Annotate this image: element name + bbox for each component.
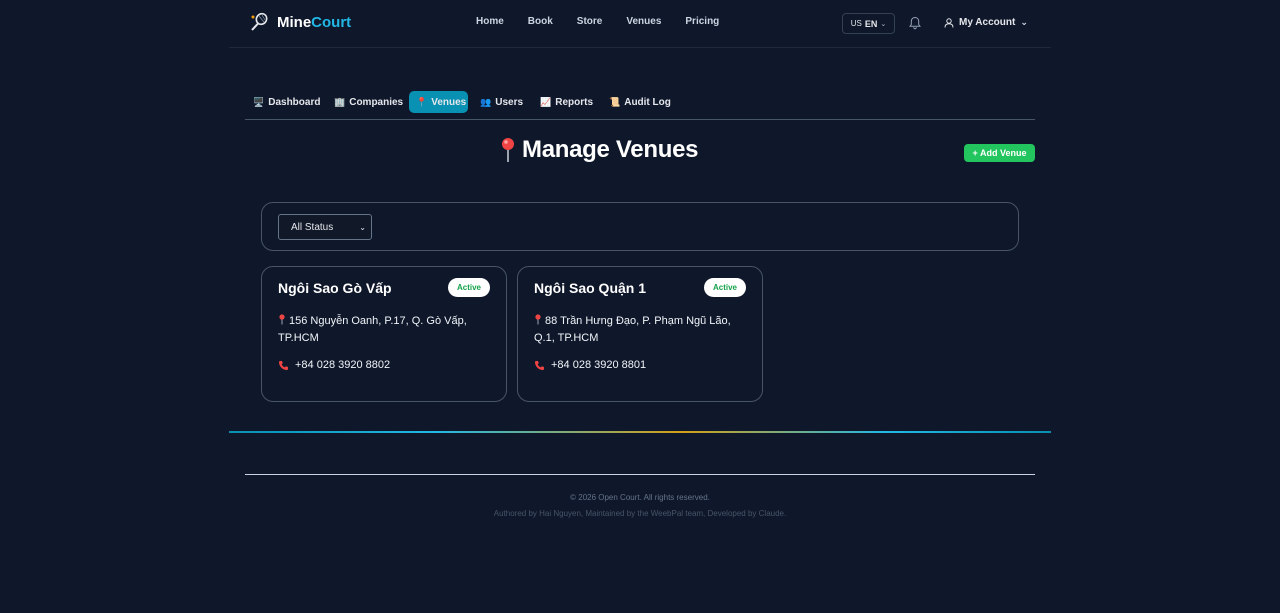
location-pin-icon <box>535 314 541 325</box>
venue-name: Ngôi Sao Gò Vấp <box>278 280 392 296</box>
venue-address-text: 156 Nguyễn Oanh, P.17, Q. Gò Vấp, TP.HCM <box>278 315 467 344</box>
tab-label: Dashboard <box>268 96 321 108</box>
logo-text-part2: Court <box>311 13 352 31</box>
venue-name: Ngôi Sao Quận 1 <box>534 280 647 296</box>
tab-dashboard[interactable]: 🖥️ Dashboard <box>246 91 327 113</box>
tab-reports[interactable]: 📈 Reports <box>533 91 600 113</box>
bell-icon[interactable] <box>908 16 922 30</box>
tab-label: Reports <box>555 96 594 108</box>
my-account-menu[interactable]: My Account ⌄ <box>944 17 1028 28</box>
filter-panel: All Status ⌄ <box>261 202 1019 251</box>
status-filter-value: All Status <box>291 221 334 233</box>
chevron-down-icon: ⌄ <box>1020 17 1028 27</box>
tab-label: Venues <box>431 96 467 108</box>
chevron-down-icon: ⌄ <box>359 223 366 232</box>
page: MineCourt Home Book Store Venues Pricing… <box>0 0 1280 613</box>
logo-text: MineCourt <box>277 14 351 31</box>
badminton-racket-icon <box>251 12 268 31</box>
users-icon: 👥 <box>480 96 492 107</box>
add-venue-button[interactable]: + Add Venue <box>964 144 1035 162</box>
tab-label: Audit Log <box>624 96 671 108</box>
venue-address-text: 88 Trần Hưng Đạo, P. Phạm Ngũ Lão, Q.1, … <box>534 315 731 344</box>
admin-tabs: 🖥️ Dashboard 🏢 Companies 📍 Venues 👥 User… <box>245 90 1035 120</box>
nav-home[interactable]: Home <box>476 16 504 27</box>
venue-phone-text: +84 028 3920 8802 <box>295 359 391 371</box>
status-badge: Active <box>704 278 746 297</box>
dashboard-icon: 🖥️ <box>253 96 265 107</box>
venue-phone: +84 028 3920 8802 <box>278 359 390 371</box>
tab-label: Users <box>495 96 524 108</box>
flag-label: US <box>850 19 862 28</box>
phone-icon <box>535 360 544 370</box>
location-pin-icon <box>502 138 514 162</box>
location-pin-icon <box>279 314 285 325</box>
venue-address: 88 Trần Hưng Đạo, P. Phạm Ngũ Lão, Q.1, … <box>534 313 744 347</box>
nav-venues[interactable]: Venues <box>626 16 661 27</box>
tab-label: Companies <box>349 96 404 108</box>
account-label: My Account <box>959 17 1016 28</box>
language-selector[interactable]: US EN ⌄ <box>842 13 895 34</box>
nav-store[interactable]: Store <box>577 16 603 27</box>
phone-icon <box>279 360 288 370</box>
location-pin-icon: 📍 <box>416 96 428 107</box>
main-nav: Home Book Store Venues Pricing <box>476 16 743 27</box>
tab-users[interactable]: 👥 Users <box>473 91 530 113</box>
nav-pricing[interactable]: Pricing <box>685 16 719 27</box>
footer-copyright: © 2026 Open Court. All rights reserved. <box>570 493 710 502</box>
logo-text-part1: Mine <box>277 13 312 31</box>
venue-card[interactable]: Ngôi Sao Quận 1 Active 88 Trần Hưng Đạo,… <box>517 266 763 402</box>
page-title: Manage Venues <box>498 136 698 164</box>
chart-icon: 📈 <box>540 96 552 107</box>
footer-divider <box>245 474 1035 475</box>
footer-credits: Authored by Hai Nguyen, Maintained by th… <box>493 509 787 518</box>
chevron-down-icon: ⌄ <box>880 20 887 28</box>
venue-phone-text: +84 028 3920 8801 <box>551 359 647 371</box>
language-code: EN <box>864 18 878 29</box>
tab-audit-log[interactable]: 📜 Audit Log <box>602 91 678 113</box>
status-badge: Active <box>448 278 490 297</box>
logo[interactable]: MineCourt <box>249 12 351 32</box>
page-title-text: Manage Venues <box>522 136 699 163</box>
user-icon <box>944 17 954 28</box>
top-header: MineCourt Home Book Store Venues Pricing… <box>229 0 1051 48</box>
tab-venues[interactable]: 📍 Venues <box>409 91 468 113</box>
nav-book[interactable]: Book <box>528 16 553 27</box>
status-filter-select[interactable]: All Status ⌄ <box>278 214 372 240</box>
venue-card[interactable]: Ngôi Sao Gò Vấp Active 156 Nguyễn Oanh, … <box>261 266 507 402</box>
venue-address: 156 Nguyễn Oanh, P.17, Q. Gò Vấp, TP.HCM <box>278 313 488 347</box>
gradient-divider <box>229 431 1051 433</box>
scroll-icon: 📜 <box>609 96 621 107</box>
venue-phone: +84 028 3920 8801 <box>534 359 646 371</box>
tab-companies[interactable]: 🏢 Companies <box>327 91 410 113</box>
building-icon: 🏢 <box>334 96 346 107</box>
